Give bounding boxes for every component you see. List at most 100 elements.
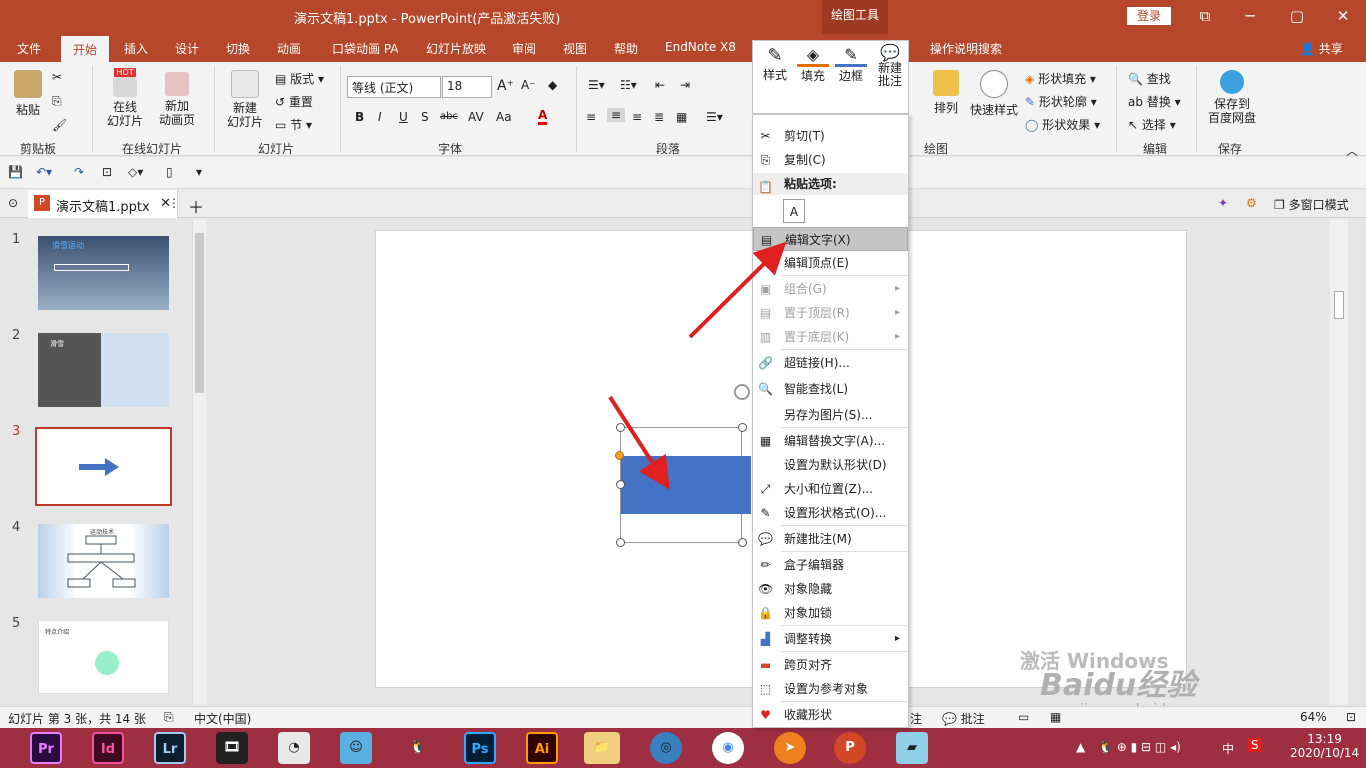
- menu-size-position[interactable]: ⤢ 大小和位置(Z)...: [753, 477, 908, 501]
- undo-icon[interactable]: ↶▾: [36, 165, 52, 179]
- indesign-icon[interactable]: Id: [92, 732, 124, 764]
- change-case-button[interactable]: Aa: [496, 110, 512, 124]
- language-indicator[interactable]: 中文(中国): [194, 710, 251, 727]
- menu-send-to-back[interactable]: ▥ 置于底层(K) ▸: [753, 325, 908, 349]
- menu-group[interactable]: ▣ 组合(G) ▸: [753, 277, 908, 301]
- notes-button[interactable]: 注: [910, 710, 922, 727]
- shadow-button[interactable]: S: [421, 110, 429, 124]
- zoom-level[interactable]: 64%: [1300, 710, 1327, 724]
- bullets-icon[interactable]: ☰▾: [588, 78, 605, 92]
- tab-view[interactable]: 视图: [563, 40, 587, 57]
- decrease-indent-icon[interactable]: ⇤: [655, 78, 665, 92]
- fill-button[interactable]: ◈ 填充: [797, 45, 829, 84]
- menu-format-shape[interactable]: ✎ 设置形状格式(O)...: [753, 501, 908, 525]
- cut-icon[interactable]: ✂: [52, 70, 62, 84]
- online-slide-button[interactable]: HOT 在线 幻灯片: [103, 68, 147, 128]
- arrow-app-icon[interactable]: ➤: [774, 732, 806, 764]
- replace-button[interactable]: ab 替换 ▾: [1128, 93, 1181, 110]
- quick-style-button[interactable]: 快速样式: [970, 70, 1018, 118]
- tab-review[interactable]: 审阅: [512, 40, 536, 57]
- normal-view-icon[interactable]: ▭: [1018, 710, 1029, 724]
- menu-set-reference[interactable]: ⬚ 设置为参考对象: [753, 677, 908, 701]
- save-baidu-button[interactable]: 保存到 百度网盘: [1206, 70, 1258, 125]
- char-spacing-button[interactable]: AV: [468, 110, 484, 124]
- menu-set-default-shape[interactable]: 设置为默认形状(D): [753, 453, 908, 477]
- grow-font-icon[interactable]: A⁺: [497, 78, 514, 94]
- clock[interactable]: 13:19 2020/10/14: [1290, 732, 1359, 760]
- new-doc-icon[interactable]: ▯: [166, 165, 173, 179]
- find-button[interactable]: 🔍 查找: [1128, 70, 1171, 87]
- notes-app-icon[interactable]: ▰: [896, 732, 928, 764]
- new-anim-page-button[interactable]: 新加 动画页: [155, 72, 199, 127]
- tab-transitions[interactable]: 切换: [226, 40, 250, 57]
- align-right-icon[interactable]: ≡: [632, 110, 642, 124]
- thumb-scroll-thumb[interactable]: [195, 233, 204, 393]
- redo-icon[interactable]: ↷: [74, 165, 84, 179]
- section-button[interactable]: ▭ 节 ▾: [275, 116, 312, 133]
- menu-edit-alt-text[interactable]: ▦ 编辑替换文字(A)...: [753, 429, 908, 453]
- shape-icon[interactable]: ◇▾: [128, 165, 143, 179]
- canvas-scroll-thumb[interactable]: [1334, 291, 1344, 319]
- premiere-icon[interactable]: Pr: [30, 732, 62, 764]
- share-button[interactable]: 👤 共享: [1300, 40, 1343, 57]
- layout-button[interactable]: ▤ 版式 ▾: [275, 70, 324, 87]
- selected-rectangle-shape[interactable]: [621, 456, 751, 514]
- slide-thumb-1[interactable]: 滑雪运动: [38, 236, 169, 310]
- ribbon-display-icon[interactable]: ⧉: [1190, 4, 1220, 28]
- minimize-button[interactable]: ─: [1235, 4, 1265, 28]
- align-left-icon[interactable]: ≡: [586, 110, 596, 124]
- menu-bring-to-front[interactable]: ▤ 置于顶层(R) ▸: [753, 301, 908, 325]
- canvas-scrollbar[interactable]: [1330, 219, 1348, 705]
- menu-favorite-shape[interactable]: ♥ 收藏形状: [753, 703, 908, 727]
- rotate-handle-icon[interactable]: [734, 384, 750, 400]
- slideshow-icon[interactable]: ⊡: [102, 165, 112, 179]
- tab-file[interactable]: 文件: [17, 40, 41, 57]
- font-size-select[interactable]: 18: [442, 76, 492, 98]
- bold-button[interactable]: B: [355, 110, 364, 124]
- resize-handle[interactable]: [616, 538, 625, 547]
- tab-pocket-anim[interactable]: 口袋动画 PA: [332, 40, 399, 57]
- maximize-button[interactable]: ▢: [1282, 4, 1312, 28]
- app-icon[interactable]: ◔: [278, 732, 310, 764]
- tray-chevron-icon[interactable]: ▲: [1076, 740, 1085, 754]
- slide-thumb-2[interactable]: 滑雪: [38, 333, 169, 407]
- chat-app-icon[interactable]: ☺: [340, 732, 372, 764]
- shape-outline-button[interactable]: ✎ 形状轮廓 ▾: [1025, 93, 1097, 110]
- arrange-button[interactable]: 排列: [928, 70, 964, 116]
- resize-handle[interactable]: [616, 480, 625, 489]
- underline-button[interactable]: U: [399, 110, 408, 124]
- tab-design[interactable]: 设计: [175, 40, 199, 57]
- increase-indent-icon[interactable]: ⇥: [680, 78, 690, 92]
- resize-handle[interactable]: [738, 423, 747, 432]
- sorter-view-icon[interactable]: ▦: [1050, 710, 1061, 724]
- thumb-scrollbar[interactable]: [192, 219, 206, 705]
- paste-keep-text-icon[interactable]: A: [783, 199, 805, 223]
- tab-slideshow[interactable]: 幻灯片放映: [426, 40, 486, 57]
- tab-help[interactable]: 帮助: [614, 40, 638, 57]
- menu-save-as-picture[interactable]: 另存为图片(S)...: [753, 403, 908, 427]
- numbering-icon[interactable]: ☷▾: [620, 78, 637, 92]
- new-tab-icon[interactable]: ＋: [188, 194, 204, 218]
- tab-menu-icon[interactable]: ⋮: [168, 196, 180, 210]
- font-name-select[interactable]: 等线 (正文): [347, 76, 441, 98]
- italic-button[interactable]: I: [378, 110, 382, 124]
- menu-edit-points[interactable]: 编辑顶点(E): [753, 251, 908, 275]
- menu-cut[interactable]: ✂ 剪切(T): [753, 124, 908, 148]
- magic-icon[interactable]: ✦: [1218, 196, 1228, 210]
- customize-qat-icon[interactable]: ▾: [196, 165, 202, 179]
- shape-effect-button[interactable]: ◯ 形状效果 ▾: [1025, 116, 1100, 133]
- drawing-tools-context-tab[interactable]: 绘图工具: [822, 0, 888, 34]
- powerpoint-taskbar-icon[interactable]: P: [834, 732, 866, 764]
- reset-button[interactable]: ↺ 重置: [275, 93, 313, 110]
- shape-fill-button[interactable]: ◈ 形状填充 ▾: [1025, 70, 1096, 87]
- doc-tab-presentation[interactable]: P 演示文稿1.pptx ✕: [28, 190, 178, 218]
- menu-hide-object[interactable]: 👁 对象隐藏: [753, 577, 908, 601]
- lightroom-icon[interactable]: Lr: [154, 732, 186, 764]
- save-icon[interactable]: 💾: [8, 165, 23, 179]
- new-comment-button[interactable]: 💬 新建 批注: [873, 43, 907, 88]
- clear-format-icon[interactable]: ◆: [548, 78, 557, 92]
- select-button[interactable]: ↖ 选择 ▾: [1128, 116, 1176, 133]
- menu-edit-text[interactable]: ▤ 编辑文字(X): [753, 227, 908, 251]
- file-explorer-icon[interactable]: 📁: [584, 732, 620, 764]
- new-slide-button[interactable]: 新建 幻灯片: [222, 70, 268, 129]
